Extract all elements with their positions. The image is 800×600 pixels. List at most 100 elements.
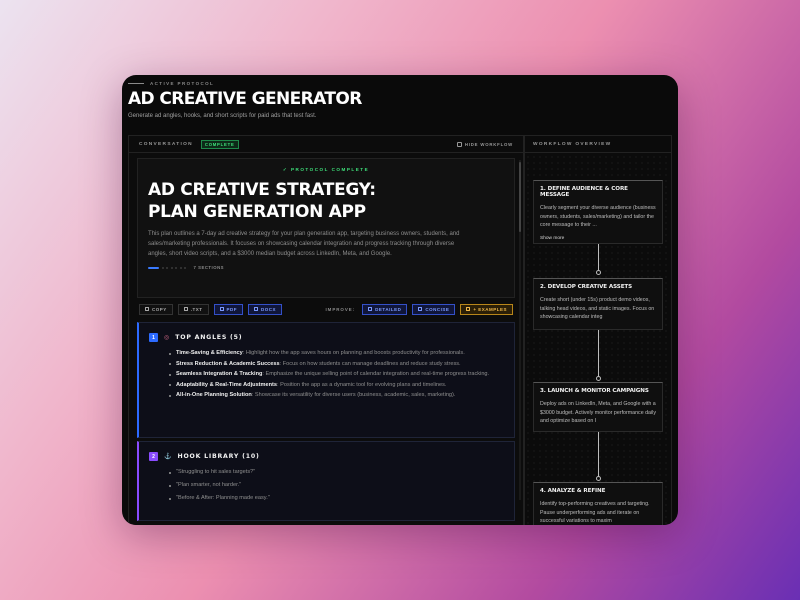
section-header: 1 ◎ TOP ANGLES (5) — [149, 333, 504, 342]
hide-workflow-label: HIDE WORKFLOW — [464, 141, 513, 147]
show-more-link[interactable]: Show more — [540, 236, 656, 241]
protocol-complete-label: ✓ PROTOCOL COMPLETE — [282, 167, 370, 172]
detailed-button[interactable]: DETAILED — [362, 303, 408, 315]
export-toolbar: COPY .TXT PDF DOCX IMPROVE: DETAILED CON… — [137, 298, 515, 320]
workflow-step-1[interactable]: 1. DEFINE AUDIENCE & CORE MESSAGE Clearl… — [533, 180, 663, 244]
list-item: Stress Reduction & Academic Success: Foc… — [169, 360, 504, 369]
copy-icon — [145, 307, 149, 311]
bullet-icon — [169, 352, 171, 355]
scrollbar[interactable] — [519, 160, 521, 500]
item-title: Adaptability & Real-Time Adjustments — [176, 381, 278, 388]
list-item: "Before & After: Planning made easy." — [169, 492, 504, 505]
section-number: 2 — [149, 452, 158, 461]
progress-dot[interactable] — [161, 266, 164, 269]
file-icon — [219, 307, 224, 311]
bullet-icon — [169, 373, 171, 376]
bullet-icon — [169, 497, 171, 500]
protocol-label: ACTIVE PROTOCOL — [150, 81, 215, 86]
hook-text: "Plan smarter, not harder." — [176, 482, 242, 488]
progress-dot[interactable] — [148, 266, 159, 269]
step-title: 4. ANALYZE & REFINE — [540, 488, 606, 494]
hook-icon: ⚓ — [164, 454, 172, 460]
section-header: 2 ⚓ HOOK LIBRARY (10) — [149, 452, 504, 461]
conversation-scroll[interactable]: ✓ PROTOCOL COMPLETE AD CREATIVE STRATEGY… — [137, 158, 515, 525]
pdf-label: PDF — [226, 306, 238, 312]
progress-dot[interactable] — [166, 266, 168, 269]
bullet-icon — [169, 363, 171, 365]
copy-button[interactable]: COPY — [139, 303, 173, 315]
section-number: 1 — [149, 333, 158, 342]
step-body: Deploy ads on LinkedIn, Meta, and Google… — [540, 401, 657, 424]
workflow-step-2[interactable]: 2. DEVELOP CREATIVE ASSETS Create short … — [533, 278, 663, 330]
connector-dot — [596, 476, 601, 481]
scrollbar-thumb[interactable] — [519, 162, 521, 232]
sparkle-icon — [466, 307, 471, 311]
item-title: Seamless Integration & Tracking — [176, 371, 263, 377]
list-item: "Struggling to hit sales targets?" — [169, 466, 504, 479]
hide-workflow-button[interactable]: HIDE WORKFLOW — [456, 141, 513, 147]
section-card-top-angles: 1 ◎ TOP ANGLES (5) Time-Saving & Efficie… — [137, 322, 515, 438]
txt-label: .TXT — [190, 306, 203, 312]
hook-text: "Before & After: Planning made easy." — [176, 495, 270, 501]
step-title: 3. LAUNCH & MONITOR CAMPAIGNS — [540, 388, 649, 394]
file-icon — [254, 307, 259, 311]
workflow-panel: WORKFLOW OVERVIEW 1. DEFINE AUDIENCE & C… — [524, 135, 672, 525]
result-title: AD CREATIVE STRATEGY: PLAN GENERATION AP… — [148, 180, 376, 222]
step-title: 1. DEFINE AUDIENCE & CORE MESSAGE — [540, 186, 628, 198]
docx-label: DOCX — [261, 306, 277, 312]
step-title: 2. DEVELOP CREATIVE ASSETS — [540, 284, 633, 290]
bullet-icon — [169, 471, 171, 474]
conversation-panel: CONVERSATION COMPLETE HIDE WORKFLOW ✓ PR… — [128, 135, 524, 525]
page-subtitle: Generate ad angles, hooks, and short scr… — [128, 113, 317, 119]
connector-dot — [596, 376, 601, 381]
item-text: : Emphasize the unique selling point of … — [262, 371, 490, 377]
result-hero: ✓ PROTOCOL COMPLETE AD CREATIVE STRATEGY… — [137, 158, 515, 298]
step-body: Identify top-performing creatives and ta… — [540, 501, 650, 524]
result-description: This plan outlines a 7-day ad creative s… — [148, 231, 460, 257]
item-text: : Showcase its versatility for diverse u… — [251, 392, 456, 398]
conversation-bar: CONVERSATION COMPLETE HIDE WORKFLOW — [129, 136, 523, 153]
concise-button[interactable]: CONCISE — [412, 303, 456, 315]
item-title: Stress Reduction & Academic Success — [176, 360, 280, 367]
detailed-label: DETAILED — [375, 306, 402, 312]
list-item: Seamless Integration & Tracking: Emphasi… — [169, 370, 504, 379]
divider — [128, 83, 144, 84]
panel-toggle-icon — [456, 141, 462, 147]
examples-button[interactable]: + EXAMPLES — [460, 303, 513, 315]
list-item: All-in-One Planning Solution: Showcase i… — [169, 391, 504, 400]
step-body: Clearly segment your diverse audience (b… — [540, 205, 656, 228]
progress-dot[interactable] — [170, 266, 173, 269]
bullet-icon — [169, 384, 171, 386]
txt-button[interactable]: .TXT — [177, 303, 209, 315]
protocol-row: ACTIVE PROTOCOL — [128, 81, 672, 86]
step-body: Create short (under 15s) product demo vi… — [540, 297, 655, 320]
list-item: Time-Saving & Efficiency: Highlight how … — [169, 349, 504, 358]
list-item: "Plan smarter, not harder." — [169, 479, 504, 492]
progress-dot[interactable] — [175, 266, 177, 269]
section-title: TOP ANGLES (5) — [175, 334, 243, 341]
angle-list: Time-Saving & Efficiency: Highlight how … — [169, 349, 504, 400]
status-badge: COMPLETE — [200, 139, 239, 149]
section-title: HOOK LIBRARY (10) — [177, 453, 260, 460]
step-connector — [598, 330, 599, 378]
progress-dot[interactable] — [179, 266, 182, 269]
page-header: ACTIVE PROTOCOL AD CREATIVE GENERATOR Ge… — [128, 81, 672, 137]
workflow-step-4[interactable]: 4. ANALYZE & REFINE Identify top-perform… — [533, 482, 663, 525]
docx-button[interactable]: DOCX — [248, 303, 283, 315]
hook-text: "Struggling to hit sales targets?" — [176, 469, 256, 475]
sparkle-icon — [418, 307, 423, 311]
item-title: Time-Saving & Efficiency — [176, 350, 243, 356]
item-text: : Position the app as a dynamic tool for… — [277, 381, 447, 388]
hook-list: "Struggling to hit sales targets?" "Plan… — [149, 466, 504, 505]
progress-dot[interactable] — [184, 266, 186, 269]
step-connector — [598, 244, 599, 272]
pdf-button[interactable]: PDF — [213, 303, 244, 315]
improve-label: IMPROVE: — [325, 306, 356, 312]
section-card-hook-library: 2 ⚓ HOOK LIBRARY (10) "Struggling to hit… — [137, 441, 515, 521]
copy-label: COPY — [152, 306, 167, 312]
workflow-step-3[interactable]: 3. LAUNCH & MONITOR CAMPAIGNS Deploy ads… — [533, 382, 663, 432]
step-connector — [598, 432, 599, 478]
bullet-icon — [169, 394, 171, 397]
sections-count: 7 SECTIONS — [193, 265, 225, 270]
file-icon — [183, 307, 188, 311]
